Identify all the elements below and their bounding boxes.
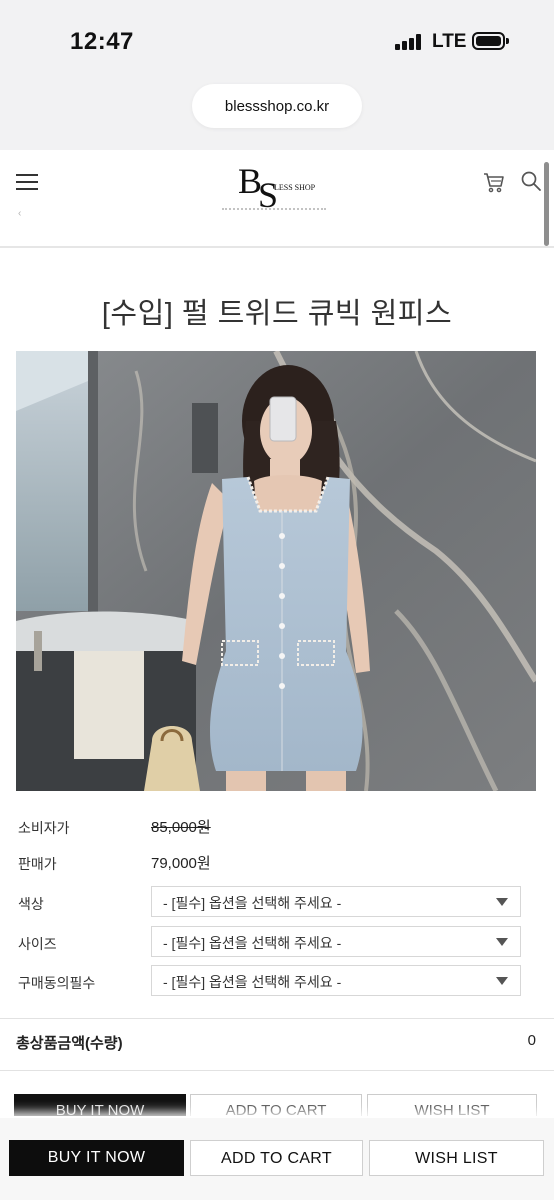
retail-price-label: 소비자가 bbox=[18, 820, 70, 836]
size-select[interactable]: - [필수] 옵션을 선택해 주세요 - bbox=[151, 926, 521, 957]
add-to-cart-button[interactable]: ADD TO CART bbox=[190, 1140, 363, 1176]
buy-now-button[interactable]: BUY IT NOW bbox=[9, 1140, 184, 1176]
signal-icon bbox=[395, 34, 423, 50]
sale-price: 79,000원 bbox=[151, 855, 211, 872]
color-select[interactable]: - [필수] 옵션을 선택해 주세요 - bbox=[151, 886, 521, 917]
option-row-size: 사이즈 - [필수] 옵션을 선택해 주세요 - bbox=[16, 926, 536, 958]
logo-text: LESS SHOP bbox=[274, 183, 316, 192]
site-logo[interactable]: B S LESS SHOP bbox=[238, 160, 318, 215]
chevron-down-icon bbox=[496, 898, 508, 906]
option-label-consent: 구매동의필수 bbox=[18, 975, 96, 991]
product-detail: [수입] 펄 트위드 큐빅 원피스 소비자가 85,000원 판매가 79,00… bbox=[0, 248, 554, 1200]
product-title: [수입] 펄 트위드 큐빅 원피스 bbox=[101, 298, 453, 330]
retail-price-row: 소비자가 85,000원 bbox=[16, 810, 536, 842]
battery-icon bbox=[472, 32, 509, 50]
divider bbox=[0, 1070, 554, 1071]
add-to-cart-button-inline[interactable]: ADD TO CART bbox=[190, 1094, 362, 1116]
chevron-down-icon bbox=[496, 977, 508, 985]
buy-now-button-inline[interactable]: BUY IT NOW bbox=[14, 1094, 186, 1116]
menu-icon[interactable] bbox=[16, 174, 38, 190]
option-label-size: 사이즈 bbox=[18, 936, 57, 952]
consent-select[interactable]: - [필수] 옵션을 선택해 주세요 - bbox=[151, 965, 521, 996]
cart-icon[interactable] bbox=[482, 170, 506, 194]
chevron-down-icon bbox=[496, 938, 508, 946]
total-label: 총상품금액(수량) bbox=[16, 1035, 123, 1052]
network-label: LTE bbox=[432, 31, 467, 52]
consent-select-value: - [필수] 옵션을 선택해 주세요 - bbox=[163, 974, 342, 990]
scrollbar[interactable] bbox=[544, 162, 549, 246]
breadcrumb: ‹ bbox=[0, 208, 554, 218]
size-select-value: - [필수] 옵션을 선택해 주세요 - bbox=[163, 935, 342, 951]
wish-list-button-inline[interactable]: WISH LIST bbox=[367, 1094, 537, 1116]
sticky-action-bar: BUY IT NOW ADD TO CART WISH LIST bbox=[0, 1118, 554, 1200]
wish-list-button[interactable]: WISH LIST bbox=[369, 1140, 544, 1176]
status-time: 12:47 bbox=[70, 28, 134, 55]
product-image[interactable] bbox=[16, 351, 536, 791]
site-header: B S LESS SHOP ‹ bbox=[0, 150, 554, 248]
status-bar: 12:47 LTE bbox=[0, 0, 554, 80]
divider bbox=[0, 1018, 554, 1019]
total-value: 0 bbox=[527, 1032, 536, 1049]
option-label-color: 색상 bbox=[18, 896, 44, 912]
search-icon[interactable] bbox=[520, 170, 542, 192]
url-bar[interactable]: blessshop.co.kr bbox=[192, 84, 362, 128]
sale-price-label: 판매가 bbox=[18, 856, 57, 872]
color-select-value: - [필수] 옵션을 선택해 주세요 - bbox=[163, 895, 342, 911]
option-row-color: 색상 - [필수] 옵션을 선택해 주세요 - bbox=[16, 886, 536, 918]
option-row-consent: 구매동의필수 - [필수] 옵션을 선택해 주세요 - bbox=[16, 965, 536, 997]
retail-price: 85,000원 bbox=[151, 819, 211, 836]
sale-price-row: 판매가 79,000원 bbox=[16, 846, 536, 878]
